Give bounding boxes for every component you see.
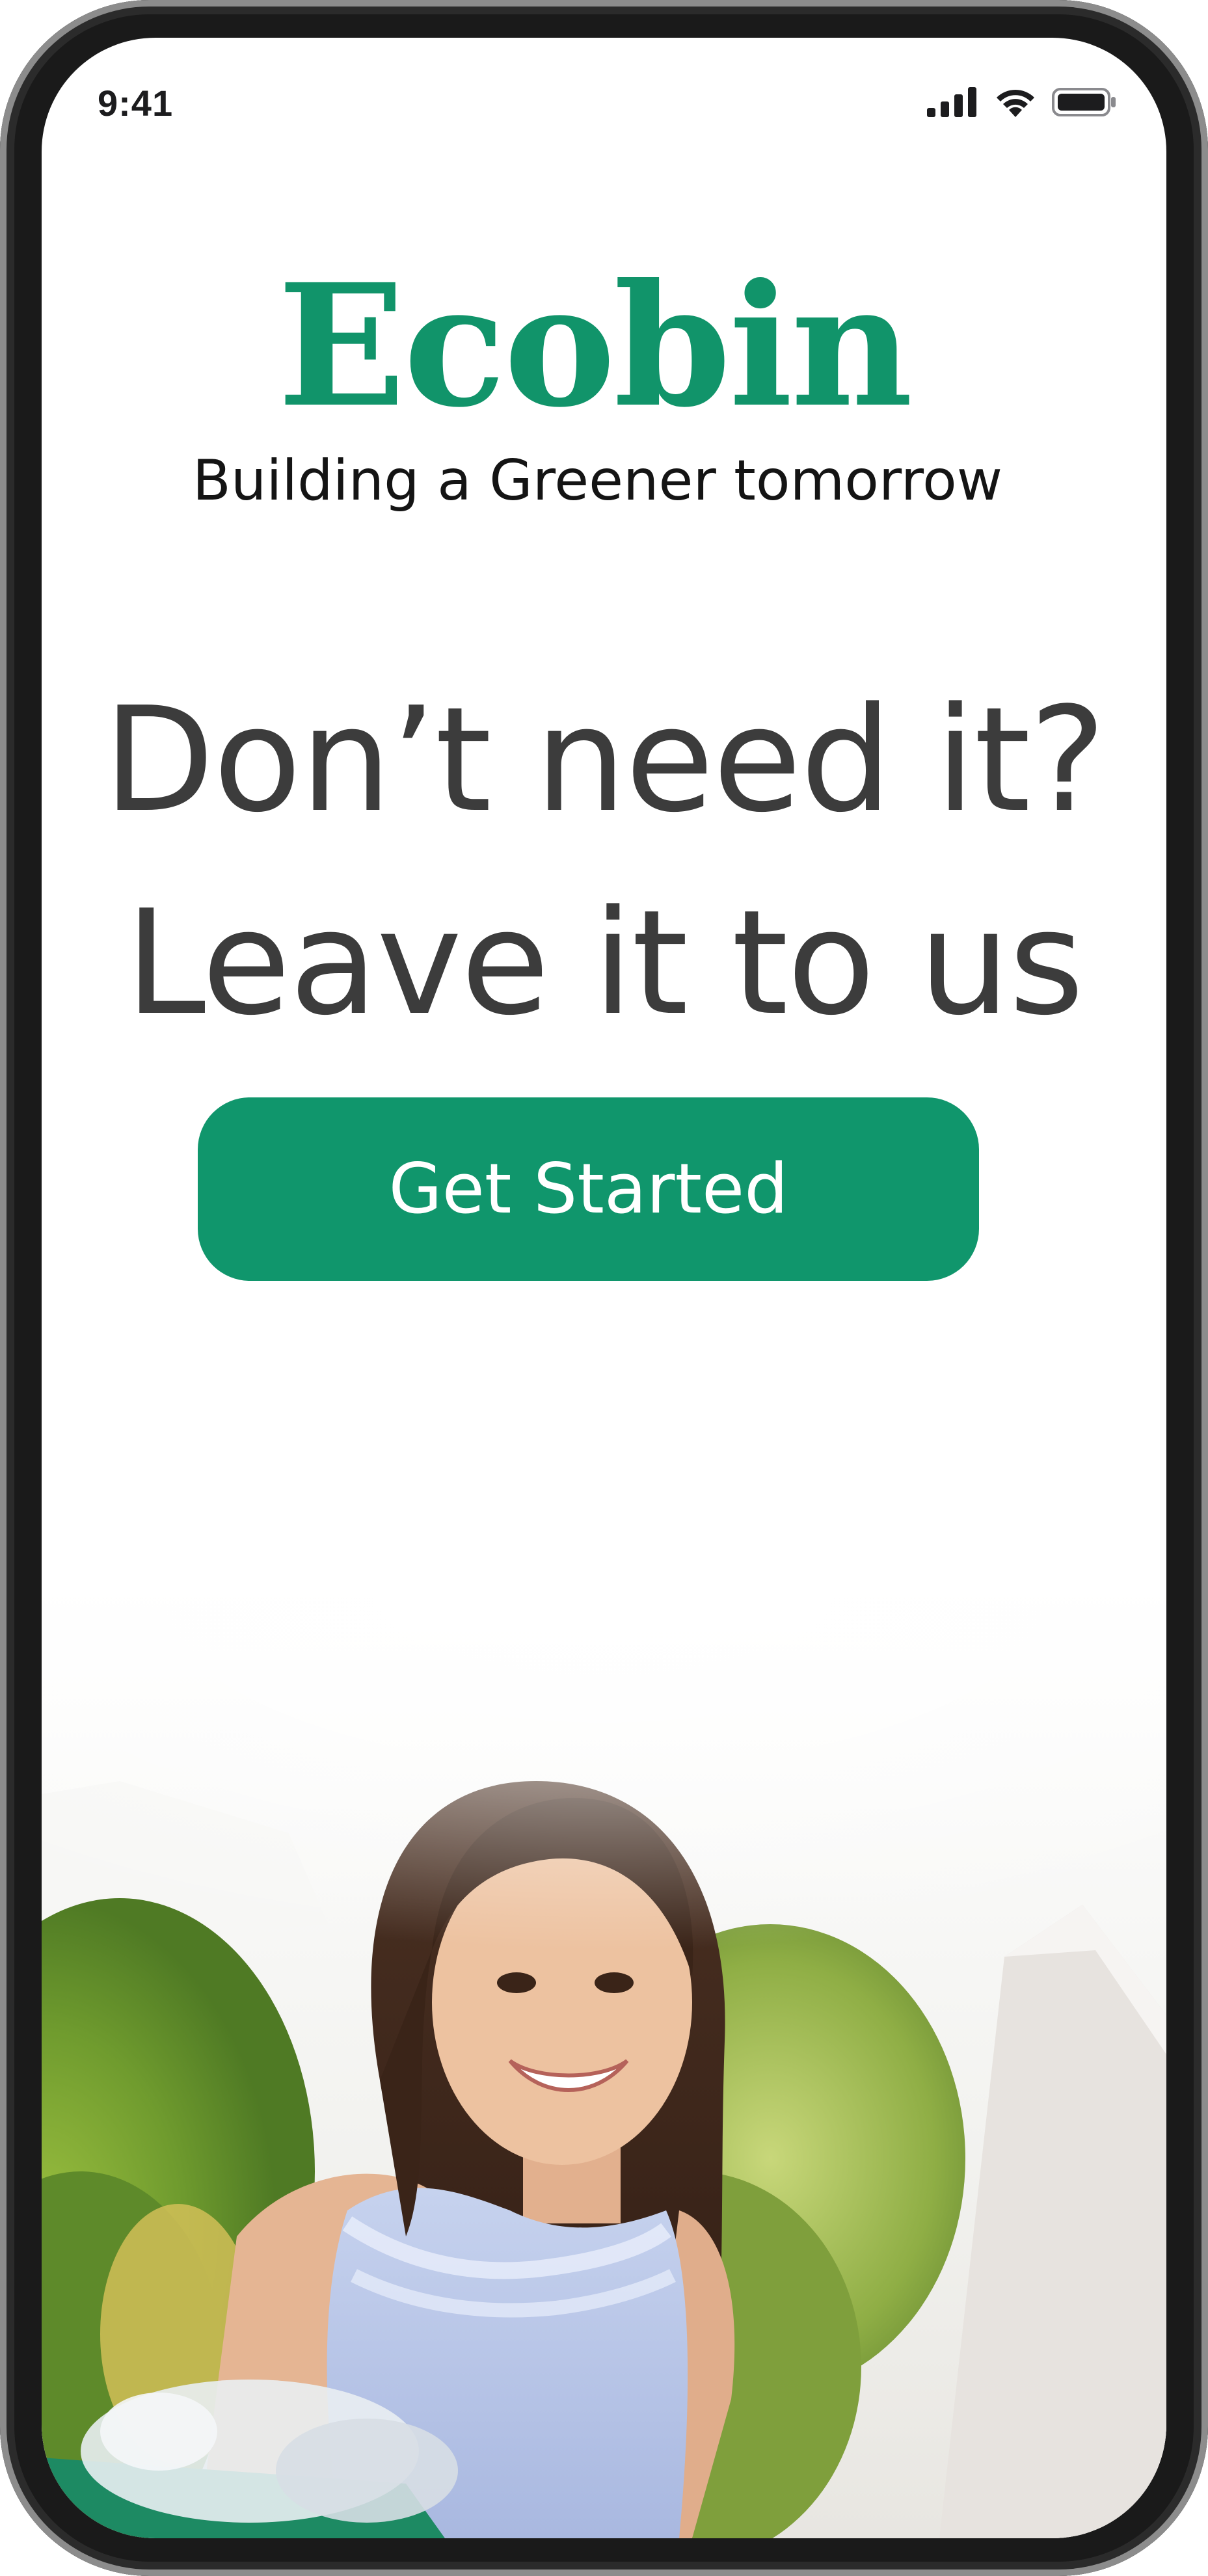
status-time: 9:41: [98, 83, 174, 124]
status-icons: [927, 86, 1117, 118]
status-bar: 9:41: [42, 38, 1166, 168]
brand-logo: Ecobin: [277, 247, 913, 444]
hero-line-1: Don’t need it?: [103, 677, 1107, 844]
photo-girl-recycling-icon: [42, 1586, 1166, 2538]
hero-photo: [42, 1586, 1166, 2538]
app-screen: 9:41 Ecobin Building a Greener tomorrow …: [42, 38, 1166, 2538]
signal-icon: [927, 87, 976, 117]
hero-line-2: Leave it to us: [125, 879, 1084, 1047]
brand-header: Ecobin Building a Greener tomorrow: [42, 247, 1166, 514]
phone-frame: 9:41 Ecobin Building a Greener tomorrow …: [0, 0, 1208, 2576]
wifi-icon: [997, 89, 1034, 117]
get-started-button[interactable]: Get Started: [198, 1097, 979, 1281]
battery-icon: [1052, 88, 1116, 116]
hero-headline: Don’t need it? Leave it to us: [42, 659, 1166, 1065]
brand-tagline: Building a Greener tomorrow: [192, 448, 1003, 513]
